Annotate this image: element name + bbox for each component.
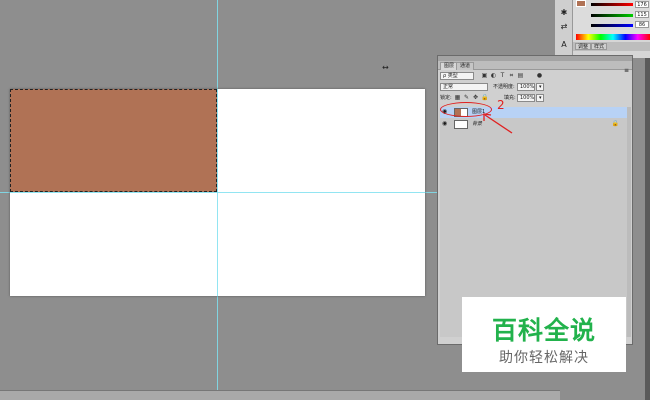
adjustments-tabs: 调整 样式	[573, 42, 650, 51]
layer-row[interactable]: ◉ 背景 🔒	[440, 119, 628, 130]
watermark-logo: 百科全说 助你轻松解决	[462, 297, 626, 372]
adjust-icon[interactable]: ⇄	[559, 22, 569, 32]
watermark-subtitle: 助你轻松解决	[499, 350, 589, 366]
filter-shape-icon[interactable]: ⌗	[508, 72, 515, 79]
filter-smart-icon[interactable]: ▤	[517, 72, 524, 79]
marquee-selection[interactable]	[10, 89, 217, 192]
filter-row: ρ 类型 ▣ ◐ T ⌗ ▤ ●	[440, 72, 630, 82]
filter-adjust-icon[interactable]: ◐	[490, 72, 497, 79]
green-slider[interactable]	[591, 14, 633, 17]
filter-toggle-icon[interactable]: ●	[536, 72, 543, 79]
opacity-field[interactable]: 100%	[517, 83, 535, 91]
tab-adjustments[interactable]: 调整	[575, 43, 592, 50]
lock-icon: 🔒	[611, 120, 619, 127]
lock-paint-icon[interactable]: ✎	[463, 94, 470, 101]
panel-tabs: 图层 通道 ≡	[438, 61, 632, 74]
vertical-guide-overlay	[217, 89, 218, 296]
fill-label: 填充:	[504, 95, 516, 101]
opacity-label: 不透明度:	[493, 84, 515, 90]
lock-label: 锁定:	[440, 95, 452, 101]
right-tool-strip: ✱ ⇄ A	[555, 0, 573, 58]
filter-kind-select[interactable]: ρ 类型	[440, 72, 474, 80]
blue-value[interactable]: 86	[635, 21, 649, 28]
layer-thumbnail	[454, 120, 468, 129]
annotation-arrow-icon	[483, 113, 513, 134]
move-cursor-icon: ↔	[382, 63, 389, 72]
red-value[interactable]: 176	[635, 1, 649, 8]
eye-icon[interactable]: ◉	[442, 121, 448, 127]
foreground-color-swatch[interactable]	[576, 0, 586, 7]
character-icon[interactable]: A	[559, 40, 569, 50]
opacity-dropdown[interactable]: ▾	[536, 83, 544, 91]
color-spectrum[interactable]	[576, 34, 650, 40]
tab-styles[interactable]: 样式	[591, 43, 608, 50]
lock-transparent-icon[interactable]: ▦	[454, 94, 461, 101]
panel-scrollbar[interactable]	[627, 107, 631, 337]
red-slider[interactable]	[591, 3, 633, 6]
status-bar	[0, 390, 560, 400]
blend-row: 正常 不透明度: 100% ▾	[440, 83, 630, 93]
blue-slider[interactable]	[591, 24, 633, 27]
annotation-number: 2	[497, 98, 505, 112]
tab-channels[interactable]: 通道	[456, 62, 475, 70]
filter-pixel-icon[interactable]: ▣	[481, 72, 488, 79]
green-value[interactable]: 115	[635, 11, 649, 18]
fill-field[interactable]: 100%	[517, 94, 535, 102]
lock-move-icon[interactable]: ✥	[472, 94, 479, 101]
lock-all-icon[interactable]: 🔒	[481, 94, 488, 101]
fill-dropdown[interactable]: ▾	[536, 94, 544, 102]
dock-edge	[645, 58, 650, 400]
brush-settings-icon[interactable]: ✱	[559, 8, 569, 18]
filter-type-icon[interactable]: T	[499, 72, 506, 79]
watermark-title: 百科全说	[491, 316, 596, 345]
blend-mode-select[interactable]: 正常	[440, 83, 488, 91]
